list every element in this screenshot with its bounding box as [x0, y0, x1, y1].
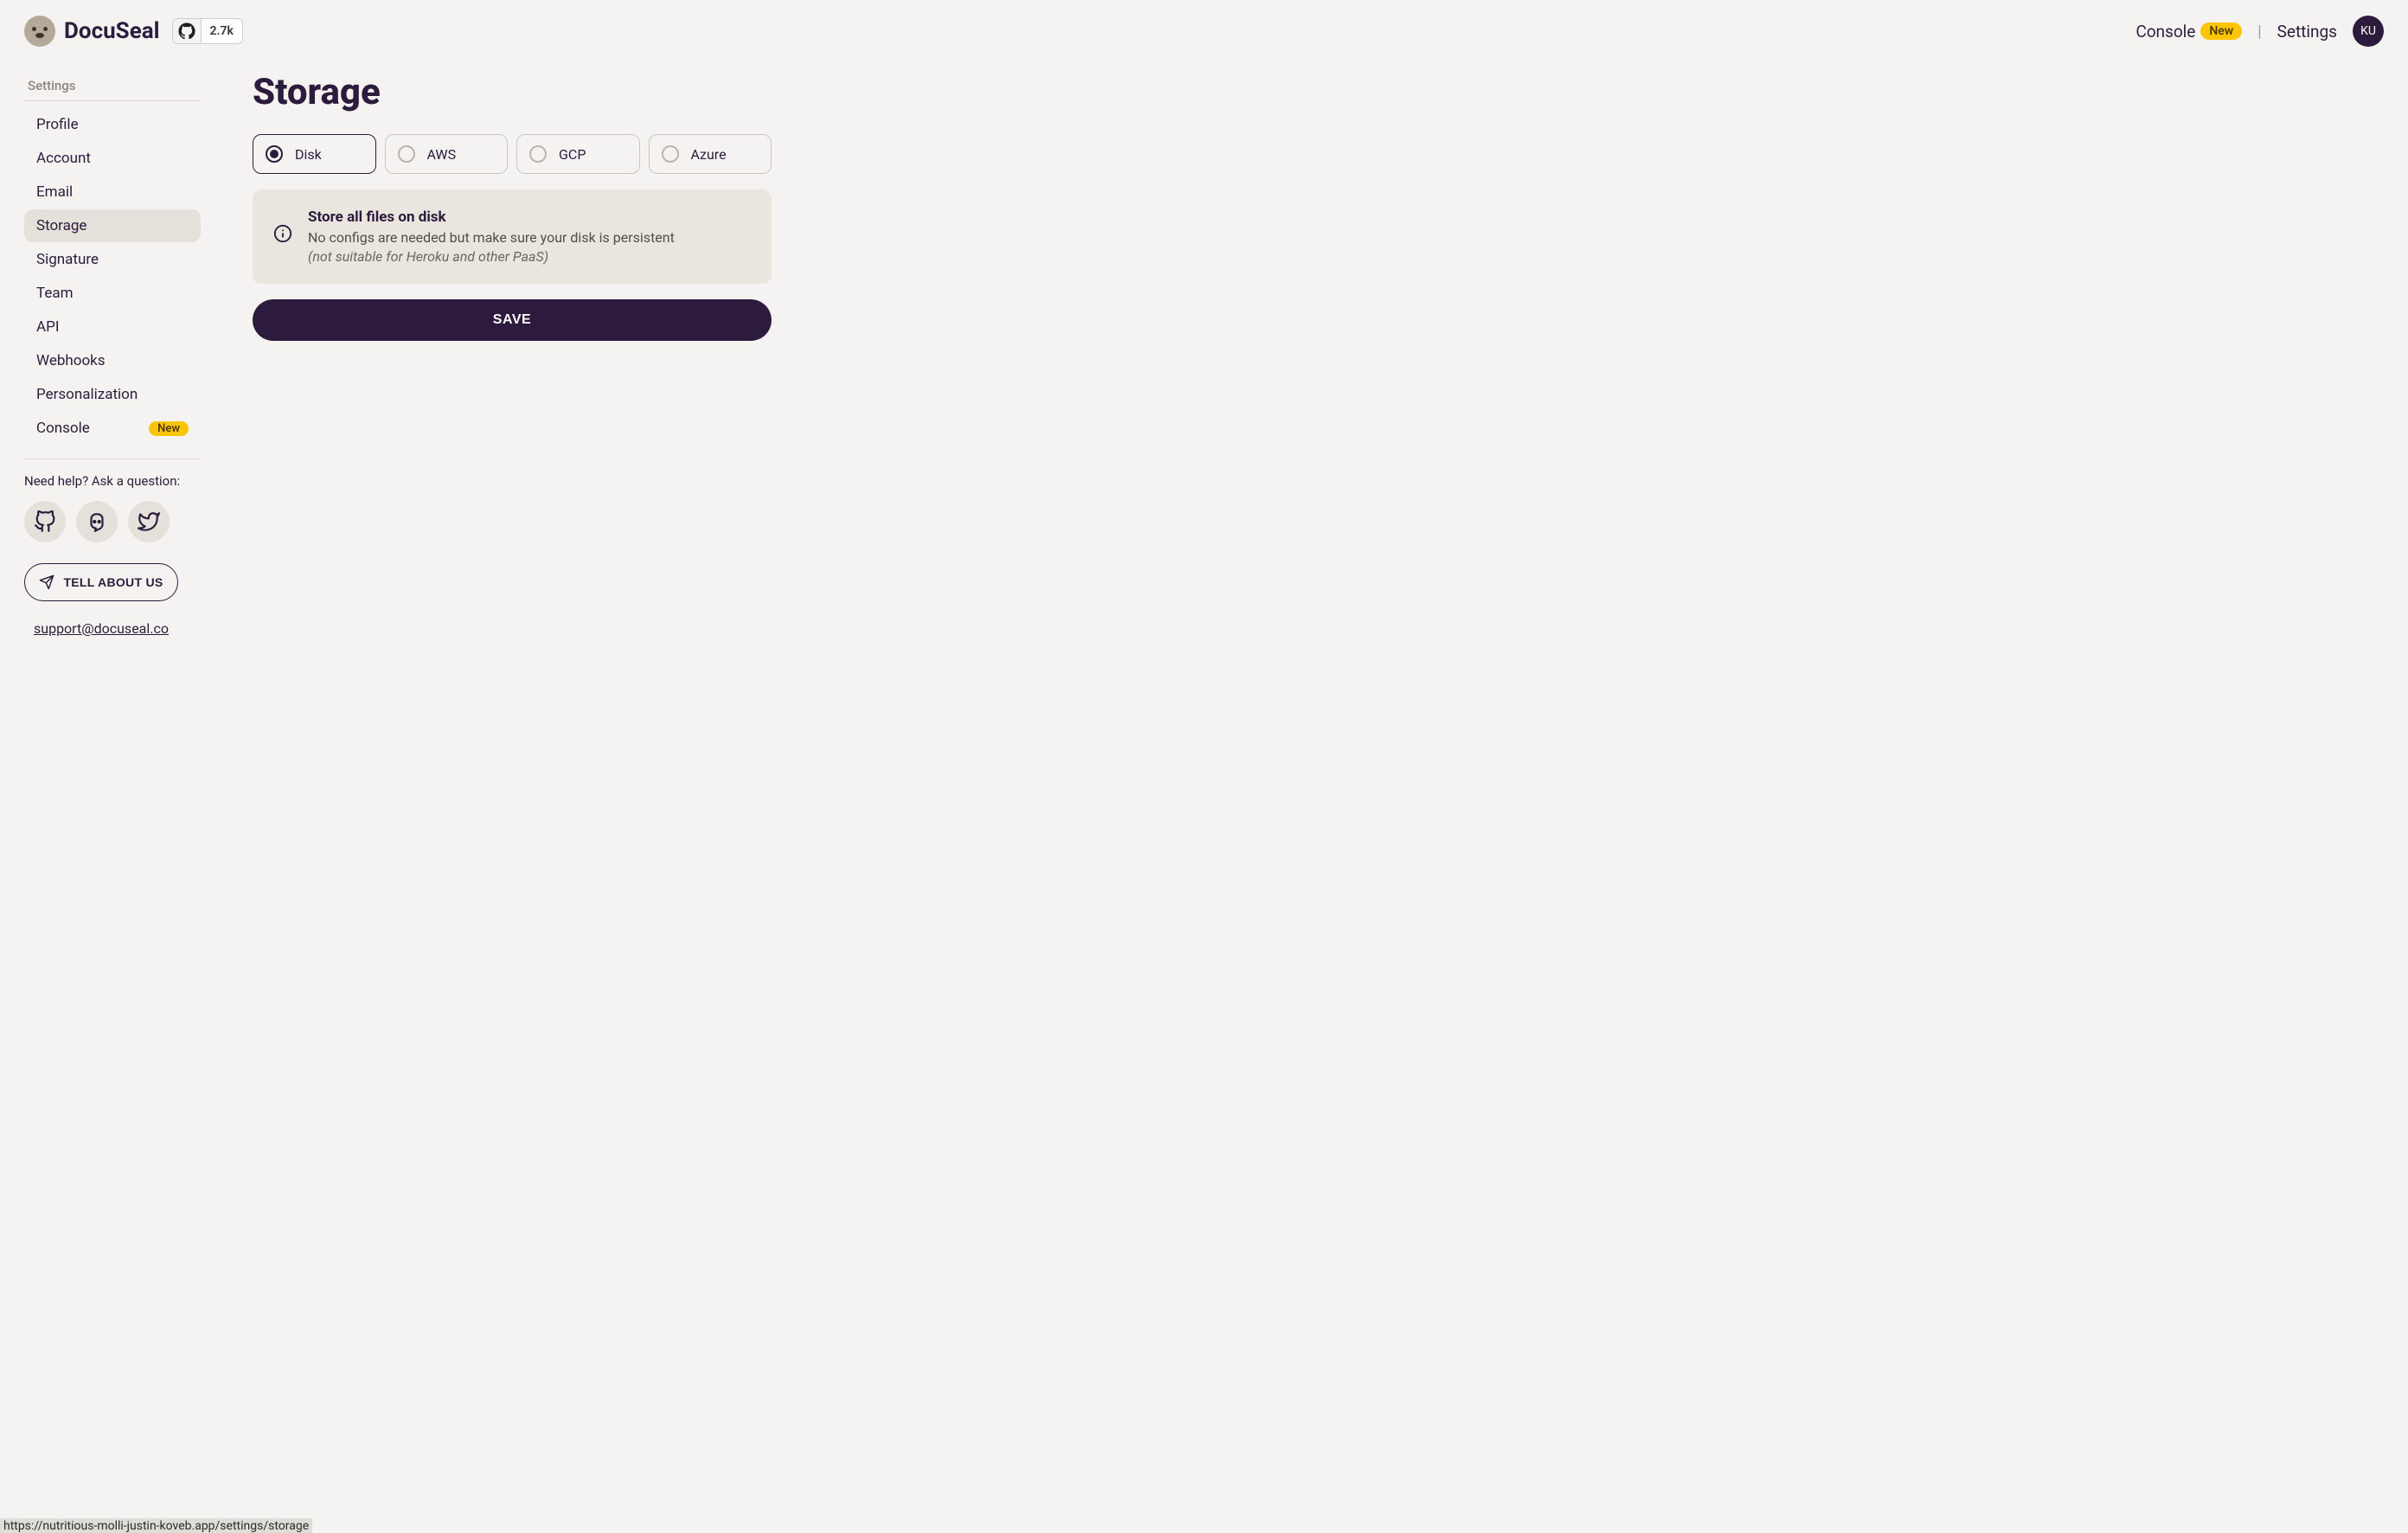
- info-box: Store all files on disk No configs are n…: [253, 189, 772, 284]
- social-row: [24, 501, 201, 542]
- header-left: DocuSeal 2.7k: [24, 16, 243, 47]
- main: Storage Disk AWS GCP Azure Store all files …: [253, 71, 772, 637]
- tell-button-label: TELL ABOUT US: [63, 575, 163, 589]
- save-button[interactable]: SAVE: [253, 299, 772, 341]
- sidebar-item-label: Webhooks: [36, 352, 106, 369]
- sidebar-item-label: Personalization: [36, 386, 138, 403]
- header: DocuSeal 2.7k Console New | Settings KU: [0, 0, 2408, 54]
- sidebar-item-label: Account: [36, 150, 91, 167]
- nav-console-label: Console: [2136, 22, 2195, 42]
- sidebar-item-label: Email: [36, 183, 73, 201]
- storage-options-row: Disk AWS GCP Azure: [253, 134, 772, 174]
- info-note: (not suitable for Heroku and other PaaS): [308, 248, 675, 265]
- info-icon: [273, 224, 292, 243]
- otter-icon: [24, 16, 55, 47]
- send-icon: [39, 574, 54, 590]
- tell-about-us-button[interactable]: TELL ABOUT US: [24, 563, 178, 601]
- header-right: Console New | Settings KU: [2136, 16, 2384, 47]
- sidebar-heading: Settings: [24, 71, 201, 101]
- radio-icon: [662, 145, 679, 163]
- sidebar-item-personalization[interactable]: Personalization: [24, 378, 201, 411]
- sidebar-item-storage[interactable]: Storage: [24, 209, 201, 242]
- nav-settings[interactable]: Settings: [2277, 22, 2337, 42]
- github-stars-pill[interactable]: 2.7k: [172, 18, 243, 44]
- console-new-badge: New: [2200, 22, 2242, 40]
- radio-label: Azure: [691, 146, 727, 163]
- storage-option-disk[interactable]: Disk: [253, 134, 376, 174]
- nav-console[interactable]: Console New: [2136, 22, 2242, 42]
- status-bar-url: https://nutritious-molli-justin-koveb.ap…: [0, 1518, 312, 1533]
- twitter-social-icon[interactable]: [128, 501, 170, 542]
- sidebar-item-label: Profile: [36, 116, 79, 133]
- sidebar-item-api[interactable]: API: [24, 311, 201, 343]
- github-social-icon[interactable]: [24, 501, 66, 542]
- sidebar-item-label: Console: [36, 420, 90, 437]
- radio-icon: [398, 145, 415, 163]
- sidebar-item-label: Storage: [36, 217, 86, 234]
- content: Settings Profile Account Email Storage Signa…: [0, 54, 2408, 654]
- sidebar-item-email[interactable]: Email: [24, 176, 201, 208]
- sidebar-item-webhooks[interactable]: Webhooks: [24, 344, 201, 377]
- page-title: Storage: [253, 71, 772, 113]
- info-desc: No configs are needed but make sure your…: [308, 228, 675, 248]
- brand-logo[interactable]: DocuSeal: [24, 16, 160, 47]
- brand-name: DocuSeal: [64, 18, 160, 44]
- storage-option-azure[interactable]: Azure: [649, 134, 772, 174]
- sidebar-item-label: Signature: [36, 251, 99, 268]
- radio-label: GCP: [559, 146, 586, 163]
- sidebar-item-account[interactable]: Account: [24, 142, 201, 175]
- sidebar: Settings Profile Account Email Storage Signa…: [24, 71, 201, 637]
- storage-option-aws[interactable]: AWS: [385, 134, 509, 174]
- github-star-count: 2.7k: [202, 24, 242, 38]
- radio-icon: [266, 145, 283, 163]
- sidebar-item-label: API: [36, 318, 59, 336]
- sidebar-item-signature[interactable]: Signature: [24, 243, 201, 276]
- info-title: Store all files on disk: [308, 208, 675, 226]
- sidebar-item-team[interactable]: Team: [24, 277, 201, 310]
- avatar[interactable]: KU: [2353, 16, 2384, 47]
- discord-social-icon[interactable]: [76, 501, 118, 542]
- support-email-link[interactable]: support@docuseal.co: [24, 620, 178, 637]
- sidebar-item-label: Team: [36, 285, 74, 302]
- sidebar-item-badge: New: [149, 421, 189, 436]
- github-icon: [173, 19, 202, 43]
- nav-divider: |: [2258, 22, 2261, 41]
- help-text: Need help? Ask a question:: [24, 473, 201, 489]
- info-content: Store all files on disk No configs are n…: [308, 208, 675, 265]
- radio-icon: [529, 145, 547, 163]
- sidebar-item-console[interactable]: Console New: [24, 412, 201, 445]
- storage-option-gcp[interactable]: GCP: [516, 134, 640, 174]
- sidebar-item-profile[interactable]: Profile: [24, 108, 201, 141]
- radio-label: Disk: [295, 146, 322, 163]
- radio-label: AWS: [427, 146, 457, 163]
